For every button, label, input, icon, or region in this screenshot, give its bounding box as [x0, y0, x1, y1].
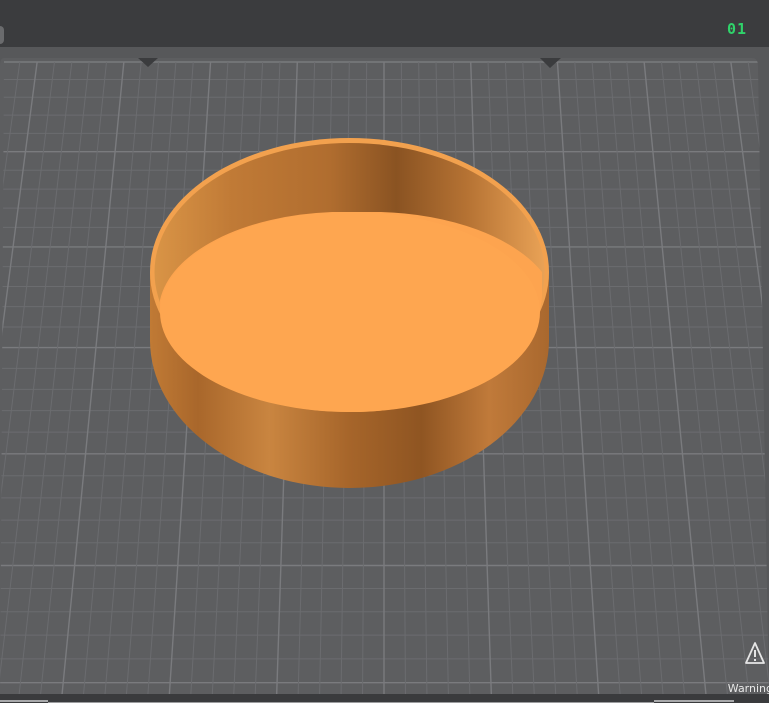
build-plate-view[interactable] [0, 0, 769, 703]
3d-viewport[interactable]: 01 Warning [0, 0, 769, 703]
warning-indicator[interactable]: Warning [709, 635, 769, 695]
model-cylinder-tray[interactable] [150, 138, 549, 488]
bottom-edge-strip [0, 694, 769, 703]
plate-number[interactable]: 01 [727, 20, 747, 38]
model-floor-surface [160, 212, 540, 412]
warning-icon [745, 642, 765, 664]
plate-header-bar: 01 [0, 0, 769, 47]
collapse-tab[interactable] [0, 26, 4, 44]
